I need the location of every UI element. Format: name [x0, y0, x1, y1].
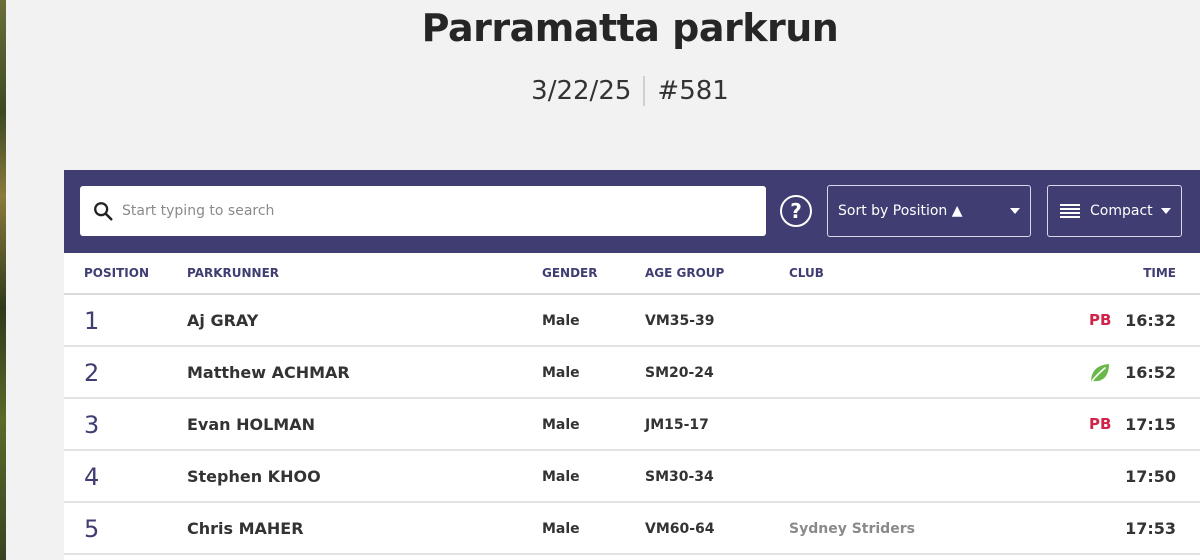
cell-gender: Male — [542, 313, 580, 329]
cell-gender: Male — [542, 521, 580, 537]
sort-select[interactable]: Sort by Position ▲ — [827, 185, 1031, 237]
chevron-down-icon — [1161, 208, 1171, 214]
cell-time: 17:15 — [1125, 415, 1176, 434]
cell-gender: Male — [542, 365, 580, 381]
table-row[interactable]: 1 Aj GRAY Male VM35-39 PB 16:32 — [64, 295, 1200, 347]
cell-time: 16:32 — [1125, 311, 1176, 330]
cell-position: 5 — [84, 515, 100, 543]
pb-badge: PB — [1089, 415, 1112, 433]
cell-position: 1 — [84, 307, 100, 335]
cell-gender: Male — [542, 417, 580, 433]
column-header-club[interactable]: CLUB — [789, 266, 824, 280]
results-panel: ? Sort by Position ▲ Compact POSITION PA… — [64, 170, 1200, 560]
cell-time: 17:50 — [1125, 467, 1176, 486]
column-header-parkrunner[interactable]: PARKRUNNER — [187, 266, 279, 280]
table-row[interactable]: 2 Matthew ACHMAR Male SM20-24 16:52 — [64, 347, 1200, 399]
list-icon — [1060, 204, 1080, 218]
column-header-gender[interactable]: GENDER — [542, 266, 598, 280]
chevron-down-icon — [1010, 208, 1020, 214]
column-header-position[interactable]: POSITION — [84, 266, 149, 280]
cell-parkrunner[interactable]: Aj GRAY — [187, 311, 258, 330]
event-date: 3/22/25 — [531, 76, 632, 106]
event-number: #581 — [657, 76, 729, 106]
column-header-time[interactable]: TIME — [1143, 266, 1176, 280]
cell-age-group: VM35-39 — [645, 313, 715, 329]
page-title: Parramatta parkrun — [421, 6, 839, 50]
cell-gender: Male — [542, 469, 580, 485]
meta-divider — [643, 76, 646, 106]
column-header-age-group[interactable]: AGE GROUP — [645, 266, 724, 280]
pb-badge: PB — [1089, 311, 1112, 329]
cell-position: 3 — [84, 411, 100, 439]
cell-parkrunner[interactable]: Matthew ACHMAR — [187, 363, 350, 382]
search-box[interactable] — [80, 186, 766, 236]
sort-select-label: Sort by Position ▲ — [838, 203, 963, 219]
cell-age-group: SM30-34 — [645, 469, 714, 485]
cell-time: 16:52 — [1125, 363, 1176, 382]
table-row[interactable]: 4 Stephen KHOO Male SM30-34 17:50 — [64, 451, 1200, 503]
cell-time: 17:53 — [1125, 519, 1176, 538]
cell-position: 2 — [84, 359, 100, 387]
search-input[interactable] — [122, 186, 766, 236]
first-timer-leaf-icon — [1091, 364, 1109, 382]
cell-age-group: JM15-17 — [645, 417, 709, 433]
cell-position: 4 — [84, 463, 100, 491]
view-select-label: Compact — [1090, 203, 1153, 219]
results-toolbar: ? Sort by Position ▲ Compact — [64, 170, 1200, 253]
cell-age-group: VM60-64 — [645, 521, 715, 537]
cell-parkrunner[interactable]: Evan HOLMAN — [187, 415, 315, 434]
table-row[interactable]: 5 Chris MAHER Male VM60-64 Sydney Stride… — [64, 503, 1200, 555]
cell-club[interactable]: Sydney Striders — [789, 521, 915, 537]
search-icon — [94, 202, 113, 221]
cell-age-group: SM20-24 — [645, 365, 714, 381]
event-meta: 3/22/25 #581 — [0, 76, 1200, 106]
cell-parkrunner[interactable]: Stephen KHOO — [187, 467, 321, 486]
cell-parkrunner[interactable]: Chris MAHER — [187, 519, 304, 538]
table-row[interactable]: 3 Evan HOLMAN Male JM15-17 PB 17:15 — [64, 399, 1200, 451]
view-select[interactable]: Compact — [1047, 185, 1182, 237]
help-icon[interactable]: ? — [780, 195, 812, 227]
table-header: POSITION PARKRUNNER GENDER AGE GROUP CLU… — [64, 253, 1200, 295]
